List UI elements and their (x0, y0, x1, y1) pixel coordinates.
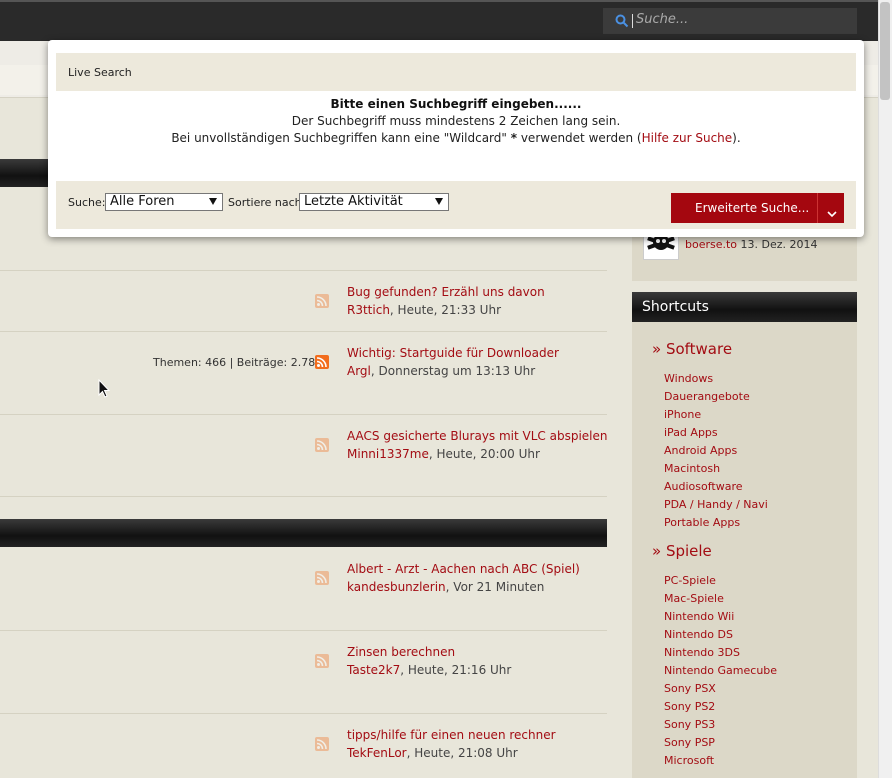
shortcuts-title: Shortcuts (642, 299, 709, 315)
rss-feed-icon[interactable] (315, 737, 329, 751)
search-hint-heading: Bitte einen Suchbegriff eingeben...... (330, 97, 582, 111)
hint-text: Bei unvollständigen Suchbegriffen kann e… (171, 131, 511, 145)
shortcut-link[interactable]: Windows (664, 372, 713, 385)
sidebar-recent-meta: boerse.to 13. Dez. 2014 (685, 238, 818, 251)
scrollbar-thumb[interactable] (880, 2, 890, 100)
last-post-user[interactable]: Minni1337me (347, 447, 429, 461)
last-post-title[interactable]: AACS gesicherte Blurays mit VLC abspiele… (347, 429, 608, 443)
hint-text: ). (732, 131, 741, 145)
last-post-title[interactable]: Wichtig: Startguide für Downloader (347, 346, 559, 360)
search-scope-label: Suche: (68, 196, 106, 209)
shortcut-link[interactable]: Nintendo 3DS (664, 646, 740, 659)
last-post-meta: Minni1337me, Heute, 20:00 Uhr (347, 447, 540, 461)
last-post-time: , Vor 21 Minuten (445, 580, 545, 594)
forum-row: Bug gefunden? Erzähl uns davon R3ttich, … (0, 271, 607, 332)
last-post-time: , Donnerstag um 13:13 Uhr (370, 364, 536, 378)
shortcut-link[interactable]: Audiosoftware (664, 480, 743, 493)
forum-row: Themen: 466 | Beiträge: 2.786 Wichtig: S… (0, 332, 607, 415)
sidebar-recent-date: 13. Dez. 2014 (737, 238, 818, 251)
shortcut-link[interactable]: Dauerangebote (664, 390, 750, 403)
forum-section-header (0, 519, 607, 547)
shortcut-link[interactable]: PC-Spiele (664, 574, 716, 587)
shortcut-link[interactable]: Sony PS3 (664, 718, 715, 731)
shortcut-link[interactable]: Nintendo Gamecube (664, 664, 777, 677)
shortcut-link[interactable]: Mac-Spiele (664, 592, 724, 605)
sidebar-recent-user[interactable]: boerse.to (685, 238, 737, 251)
search-scope-value: Alle Foren (110, 194, 175, 209)
last-post-time: , Heute, 21:33 Uhr (389, 303, 501, 317)
forum-row: Albert - Arzt - Aachen nach ABC (Spiel) … (0, 548, 607, 631)
shortcut-link[interactable]: Android Apps (664, 444, 737, 457)
search-scope-select[interactable]: Alle Foren (105, 193, 223, 211)
forum-stats: Themen: 466 | Beiträge: 2.786 (153, 356, 323, 369)
search-hint-min-chars: Der Suchbegriff muss mindestens 2 Zeiche… (291, 114, 621, 128)
search-hint-wildcard: Bei unvollständigen Suchbegriffen kann e… (0, 131, 892, 145)
hint-text: verwendet werden ( (517, 131, 642, 145)
forum-row: Zinsen berechnen Taste2k7, Heute, 21:16 … (0, 631, 607, 714)
advanced-search-button[interactable]: Erweiterte Suche... (671, 193, 844, 223)
shortcut-link[interactable]: Sony PSX (664, 682, 716, 695)
shortcut-link[interactable]: iPhone (664, 408, 701, 421)
sort-select[interactable]: Letzte Aktivität (299, 193, 449, 211)
dropdown-arrow-icon (209, 198, 217, 205)
search-help-link[interactable]: Hilfe zur Suche (642, 131, 733, 145)
sort-label: Sortiere nach: (228, 196, 306, 209)
button-divider (817, 193, 818, 223)
search-placeholder: Suche... (636, 12, 689, 27)
live-search-title: Live Search (68, 66, 132, 79)
forum-row: tipps/hilfe für einen neuen rechner TekF… (0, 714, 607, 778)
shortcut-link[interactable]: iPad Apps (664, 426, 718, 439)
shortcut-category-software[interactable]: » Software (652, 340, 732, 358)
last-post-user[interactable]: Taste2k7 (347, 663, 400, 677)
shortcut-link[interactable]: Portable Apps (664, 516, 740, 529)
shortcut-link[interactable]: PDA / Handy / Navi (664, 498, 768, 511)
shortcut-link[interactable]: Sony PSP (664, 736, 715, 749)
shortcut-link[interactable]: Nintendo Wii (664, 610, 734, 623)
forum-row: AACS gesicherte Blurays mit VLC abspiele… (0, 415, 608, 497)
shortcut-link[interactable]: Macintosh (664, 462, 720, 475)
last-post-meta: R3ttich, Heute, 21:33 Uhr (347, 303, 501, 317)
last-post-user[interactable]: TekFenLor (347, 746, 407, 760)
last-post-time: , Heute, 20:00 Uhr (428, 447, 540, 461)
last-post-meta: Taste2k7, Heute, 21:16 Uhr (347, 663, 511, 677)
last-post-title[interactable]: Zinsen berechnen (347, 645, 455, 659)
rss-feed-icon[interactable] (315, 355, 329, 369)
last-post-user[interactable]: R3ttich (347, 303, 390, 317)
rss-feed-icon[interactable] (315, 571, 329, 585)
last-post-user[interactable]: kandesbunzlerin (347, 580, 446, 594)
text-caret (632, 14, 633, 28)
sort-value: Letzte Aktivität (304, 194, 403, 209)
last-post-time: , Heute, 21:16 Uhr (400, 663, 512, 677)
live-search-header (56, 53, 856, 91)
shortcut-link[interactable]: Sony PS2 (664, 700, 715, 713)
last-post-title[interactable]: tipps/hilfe für einen neuen rechner (347, 728, 556, 742)
last-post-user[interactable]: Argl (347, 364, 371, 378)
rss-feed-icon[interactable] (315, 438, 329, 452)
last-post-meta: kandesbunzlerin, Vor 21 Minuten (347, 580, 544, 594)
shortcut-category-games[interactable]: » Spiele (652, 542, 712, 560)
chevron-down-icon[interactable] (827, 203, 837, 222)
shortcut-link[interactable]: Nintendo DS (664, 628, 733, 641)
last-post-title[interactable]: Albert - Arzt - Aachen nach ABC (Spiel) (347, 562, 580, 576)
search-icon (615, 13, 629, 28)
last-post-time: , Heute, 21:08 Uhr (406, 746, 518, 760)
dropdown-arrow-icon (435, 198, 443, 205)
shortcut-link[interactable]: Microsoft (664, 754, 714, 767)
last-post-meta: Argl, Donnerstag um 13:13 Uhr (347, 364, 535, 378)
advanced-search-label: Erweiterte Suche... (695, 201, 810, 215)
search-input[interactable]: Suche... (603, 8, 857, 34)
last-post-title[interactable]: Bug gefunden? Erzähl uns davon (347, 285, 545, 299)
rss-feed-icon[interactable] (315, 654, 329, 668)
mouse-cursor-icon (98, 378, 111, 403)
last-post-meta: TekFenLor, Heute, 21:08 Uhr (347, 746, 518, 760)
rss-feed-icon[interactable] (315, 294, 329, 308)
